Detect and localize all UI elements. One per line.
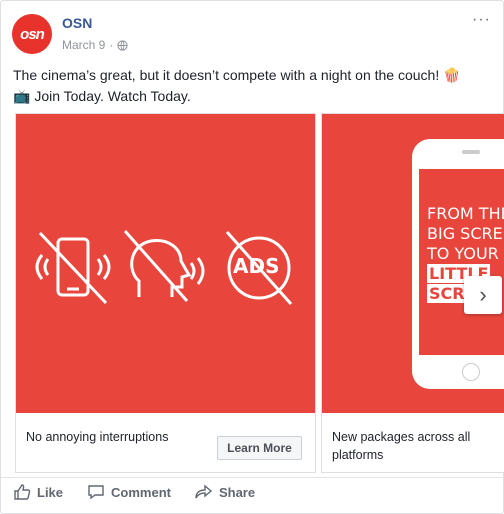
comment-label: Comment <box>111 484 171 500</box>
tagline-line-2: BIG SCREE <box>427 224 504 243</box>
post-text-line1: The cinema’s great, but it doesn’t compe… <box>13 67 461 83</box>
card-1-image[interactable]: ADS <box>16 114 315 413</box>
carousel-next-button[interactable]: › <box>464 276 502 314</box>
post-text: The cinema’s great, but it doesn’t compe… <box>13 65 493 107</box>
comment-icon <box>88 485 104 500</box>
card-1-caption: No annoying interruptions <box>26 430 169 444</box>
share-label: Share <box>218 484 256 500</box>
like-button[interactable]: Like <box>13 483 63 501</box>
separator-dot: · <box>109 38 114 52</box>
card-2-caption-line1: New packages across all <box>332 430 471 444</box>
tagline-line-1: FROM THE <box>427 204 504 223</box>
carousel-card-1[interactable]: ADS No annoying interruptions Learn More <box>15 113 316 473</box>
card-2-image[interactable]: FROM THE BIG SCREE TO YOUR LITTLE SCRE <box>322 114 504 413</box>
page-avatar[interactable]: osn <box>12 14 52 54</box>
card-2-caption: New packages across all platforms <box>332 428 470 464</box>
avatar-logo-text: osn <box>20 25 45 43</box>
phone-home-button <box>462 363 480 381</box>
post-meta: March 9 · <box>62 38 128 52</box>
chevron-right-icon: › <box>479 282 487 307</box>
actions-divider <box>1 477 504 478</box>
phone-speaker <box>462 150 480 154</box>
post-date[interactable]: March 9 <box>62 38 105 52</box>
ads-label: ADS <box>233 254 280 278</box>
thumbs-up-icon <box>14 484 31 500</box>
share-icon <box>195 484 213 499</box>
like-label: Like <box>37 484 64 500</box>
comment-button[interactable]: Comment <box>87 483 171 501</box>
no-talking-icon <box>123 230 205 302</box>
tagline-line-3: TO YOUR <box>427 244 499 263</box>
post-actions-bar: Like Comment Share <box>13 483 255 501</box>
more-options-button[interactable]: ··· <box>472 11 491 29</box>
share-button[interactable]: Share <box>195 483 255 501</box>
page-name-link[interactable]: OSN <box>62 15 92 31</box>
post-text-line2: 📺 Join Today. Watch Today. <box>13 88 191 104</box>
globe-icon <box>117 39 128 51</box>
ad-carousel: ADS No annoying interruptions Learn More… <box>15 113 504 473</box>
learn-more-button[interactable]: Learn More <box>217 436 302 460</box>
no-phone-icon <box>35 231 111 305</box>
card-2-caption-line2: platforms <box>332 448 384 462</box>
facebook-post: osn OSN March 9 · ··· The cinema’s great… <box>0 0 504 514</box>
